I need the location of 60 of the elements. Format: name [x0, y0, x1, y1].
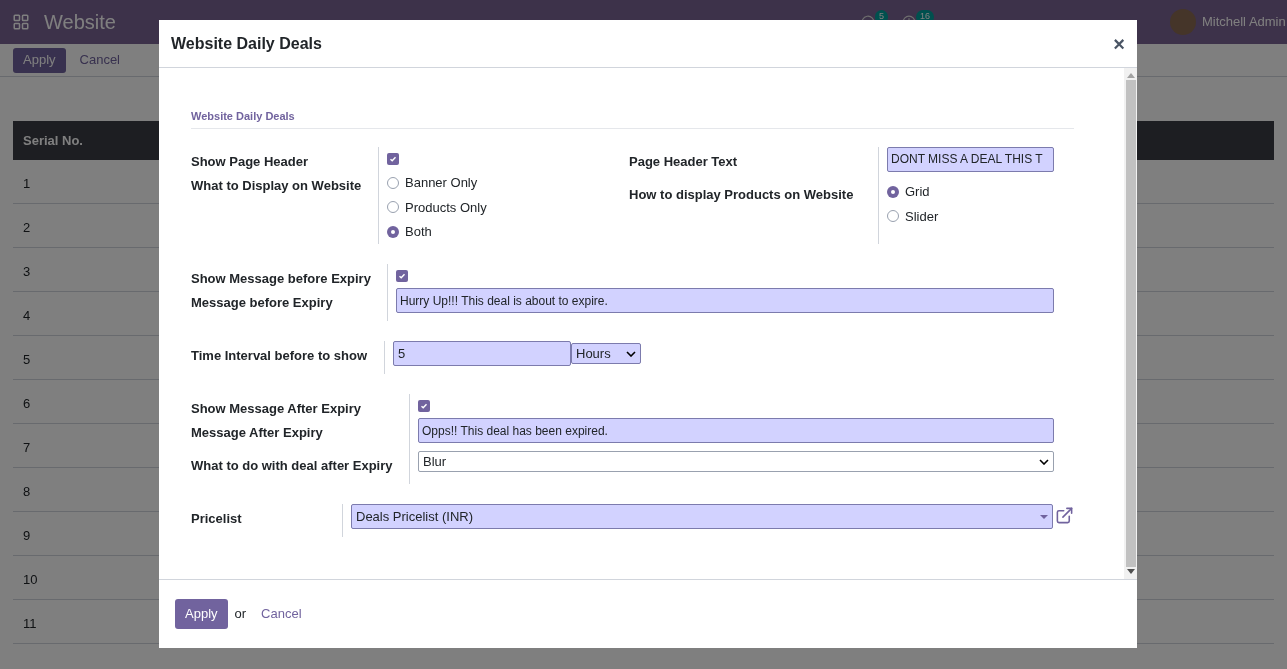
select-field[interactable]: Blur: [418, 451, 1054, 472]
caret-icon: [626, 350, 636, 357]
checkbox[interactable]: [418, 400, 430, 412]
field-label: Message After Expiry: [191, 425, 323, 440]
scrollbar[interactable]: [1124, 68, 1137, 579]
table-cell: 9: [23, 528, 31, 543]
table-cell: 4: [23, 308, 31, 323]
apply-button[interactable]: Apply: [175, 599, 228, 629]
radio-label: Grid: [905, 183, 930, 201]
table-cell: 7: [23, 440, 31, 455]
table-cell: 3: [23, 264, 31, 279]
check-icon: [389, 154, 397, 163]
checkbox[interactable]: [396, 270, 408, 282]
dialog-title: Website Daily Deals: [171, 33, 322, 54]
table-cell: 5: [23, 352, 31, 367]
field-label: Message before Expiry: [191, 295, 333, 310]
table-cell: 11: [23, 616, 37, 631]
field-label: Show Page Header: [191, 153, 309, 169]
radio-button[interactable]: [887, 185, 899, 198]
number-field[interactable]: 5: [393, 341, 571, 366]
text-field[interactable]: Opps!! This deal has been expired.: [418, 418, 1054, 443]
table-cell: 10: [23, 572, 38, 587]
close-button[interactable]: ×: [1113, 33, 1125, 54]
unit-select[interactable]: Hours: [571, 343, 641, 364]
radio-label: Both: [405, 223, 432, 241]
radio-button[interactable]: [387, 201, 399, 214]
apps-menu-icon[interactable]: [12, 13, 30, 31]
radio-label: Slider: [905, 207, 939, 226]
table-cell: 1: [23, 176, 31, 191]
caret-icon: [1039, 458, 1049, 465]
field-label: Show Message before Expiry: [191, 271, 371, 286]
radio-label: Banner Only: [405, 174, 478, 192]
check-icon: [398, 272, 406, 280]
field-label: Pricelist: [191, 511, 242, 526]
scroll-down-icon[interactable]: [1126, 569, 1135, 575]
radio-button[interactable]: [387, 176, 399, 189]
checkbox[interactable]: [387, 152, 399, 165]
column-header: Serial No.: [23, 131, 83, 150]
field-label: Page Header Text: [629, 153, 738, 169]
section-title: Website Daily Deals: [191, 108, 1074, 129]
field-label: What to do with deal after Expiry: [191, 458, 393, 473]
radio-button[interactable]: [387, 225, 399, 238]
or-text: or: [234, 605, 247, 624]
radio-label: Products Only: [405, 198, 487, 217]
table-cell: 6: [23, 396, 31, 411]
field-label: Time Interval before to show: [191, 348, 368, 363]
cancel-button[interactable]: Cancel: [253, 604, 310, 624]
radio-button[interactable]: [887, 210, 899, 223]
table-cell: 2: [23, 220, 31, 235]
text-field[interactable]: DONT MISS A DEAL THIS T: [887, 146, 1054, 172]
check-icon: [420, 402, 428, 410]
pricelist-field[interactable]: Deals Pricelist (INR): [351, 504, 1053, 529]
caret-icon: [1040, 514, 1048, 519]
external-link-icon[interactable]: [1055, 506, 1074, 525]
field-label: How to display Products on Website: [629, 186, 854, 202]
text-field[interactable]: Hurry Up!!! This deal is about to expire.: [396, 288, 1054, 313]
table-cell: 8: [23, 484, 31, 499]
field-label: What to Display on Website: [191, 177, 362, 193]
app-title: Website: [44, 10, 116, 35]
field-label: Show Message After Expiry: [191, 401, 361, 416]
